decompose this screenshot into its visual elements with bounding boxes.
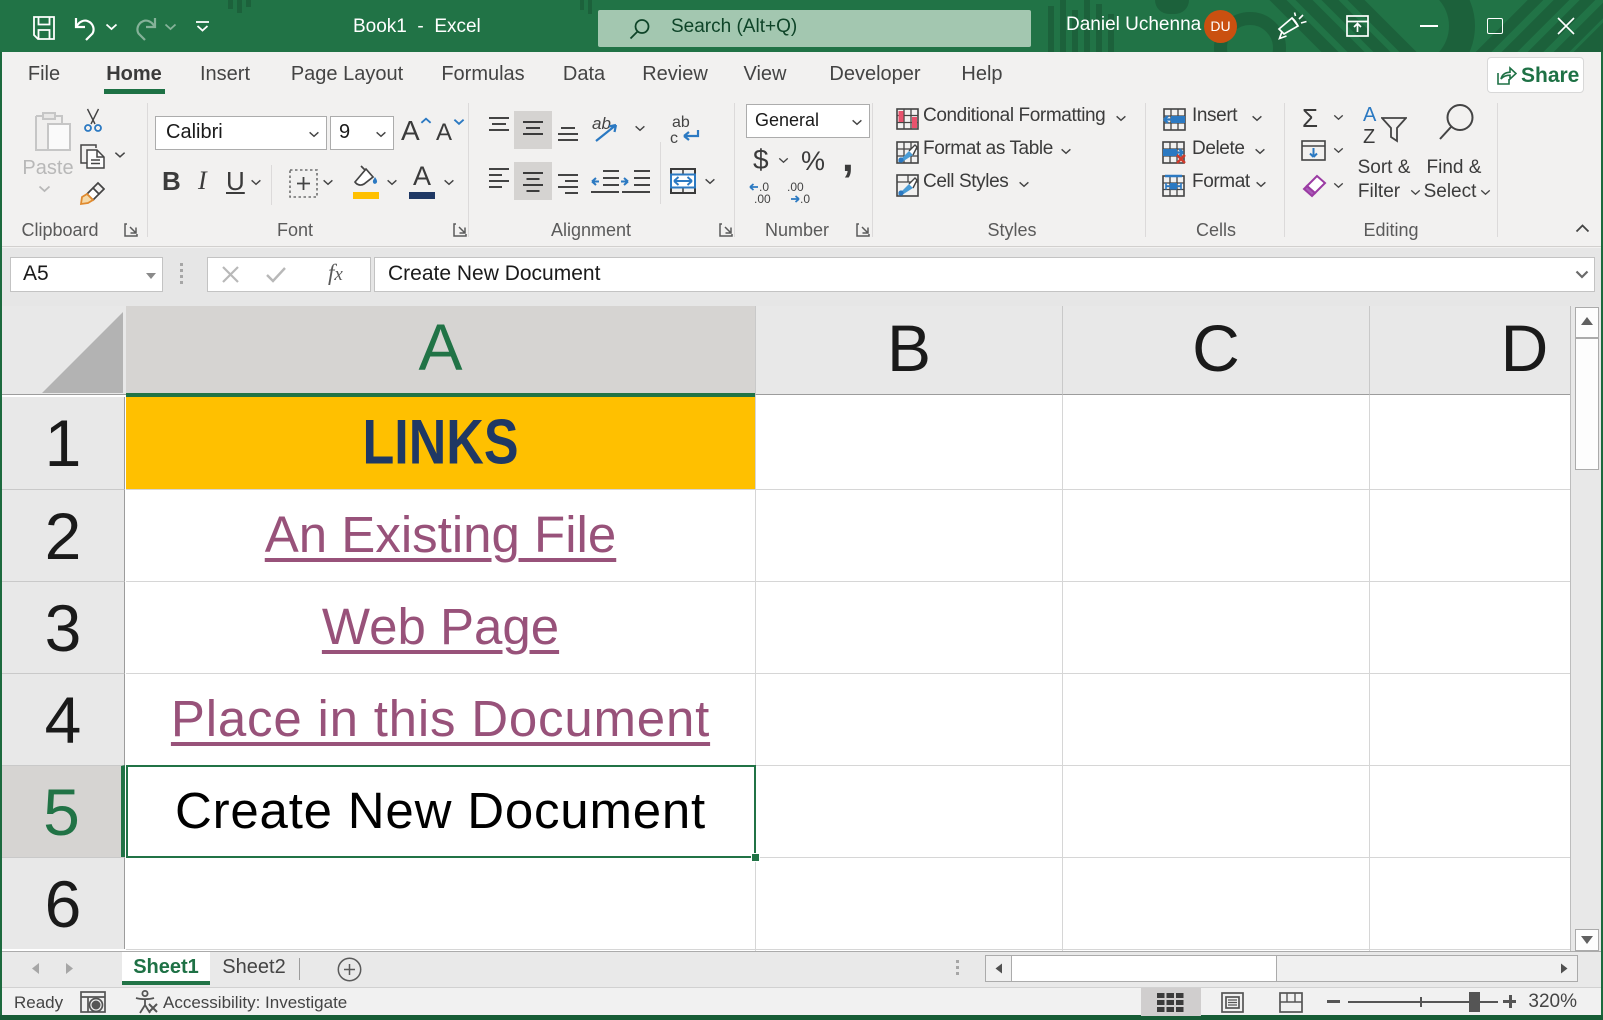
svg-text:.0: .0 bbox=[800, 192, 810, 204]
svg-text:ab: ab bbox=[672, 114, 690, 131]
svg-text:.00: .00 bbox=[754, 192, 771, 204]
svg-text:c: c bbox=[670, 130, 678, 147]
